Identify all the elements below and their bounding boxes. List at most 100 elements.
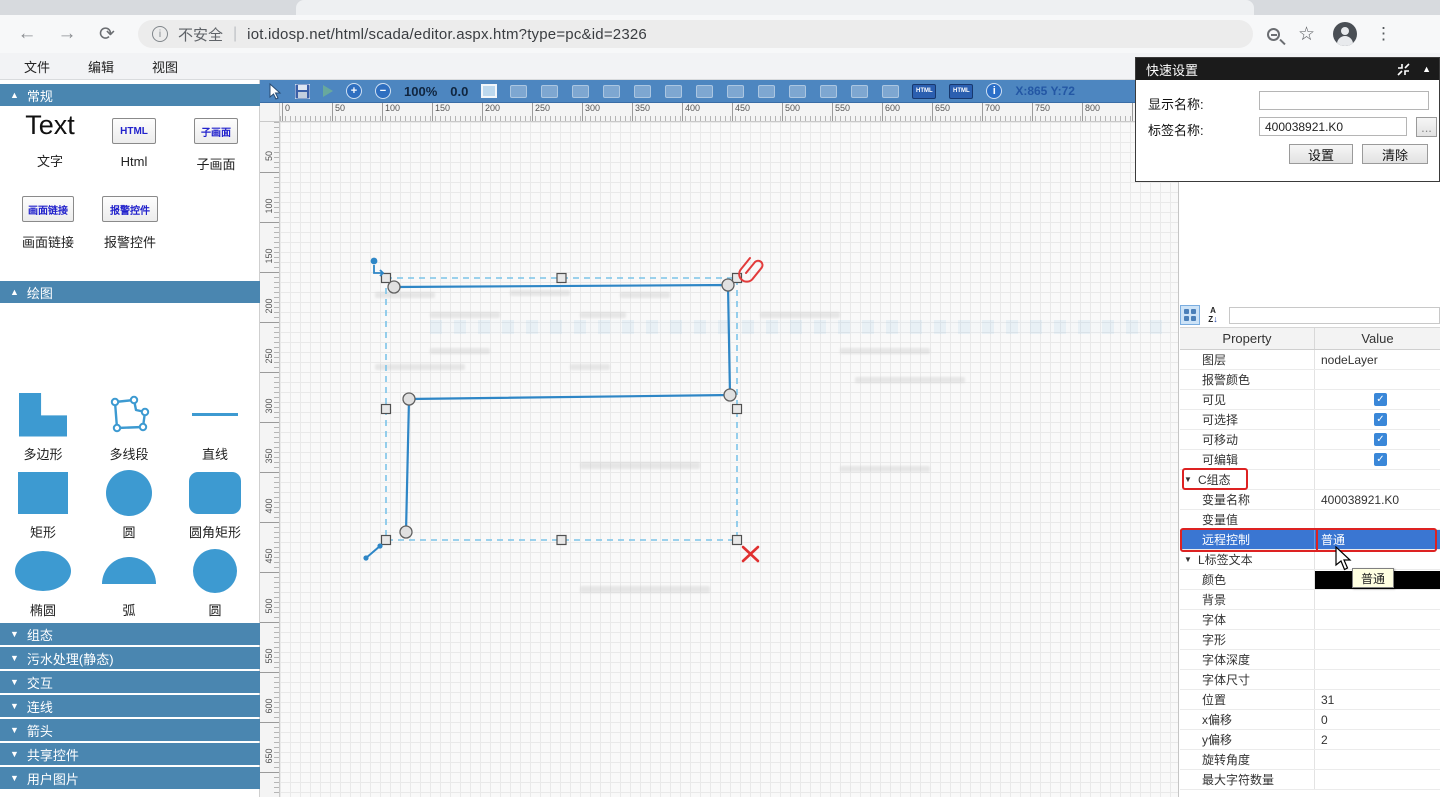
resize-handles[interactable]: [382, 274, 742, 545]
page-info-icon[interactable]: i: [152, 26, 168, 42]
palette-item[interactable]: 椭圆: [15, 547, 71, 619]
html-import-icon[interactable]: HTML: [949, 84, 973, 99]
selected-polyline-shape[interactable]: [280, 122, 1178, 797]
checkbox-checked-icon[interactable]: ✓: [1374, 393, 1387, 406]
property-row[interactable]: 变量值: [1180, 510, 1440, 530]
property-row[interactable]: 颜色: [1180, 570, 1440, 590]
expand-arrow-icon: ▼: [10, 653, 19, 663]
save-icon[interactable]: [295, 84, 310, 99]
sort-az-icon[interactable]: AZ↓: [1203, 305, 1223, 325]
info-icon[interactable]: i: [986, 83, 1002, 99]
property-row[interactable]: 字体深度: [1180, 650, 1440, 670]
palette-item[interactable]: 画面链接画面链接: [8, 188, 88, 251]
zoom-page-icon[interactable]: [1267, 28, 1280, 41]
categorize-icon[interactable]: [1180, 305, 1200, 325]
back-icon[interactable]: ←: [16, 23, 38, 45]
property-row[interactable]: 可移动✓: [1180, 430, 1440, 450]
html-export-icon[interactable]: HTML: [912, 84, 936, 99]
property-row[interactable]: 旋转角度: [1180, 750, 1440, 770]
palette-item[interactable]: 圆: [193, 547, 237, 619]
dock-icon[interactable]: [1397, 63, 1410, 76]
palette-item[interactable]: 矩形: [18, 469, 68, 541]
avatar[interactable]: [1333, 22, 1357, 46]
palette-item[interactable]: 多边形: [19, 391, 67, 463]
property-row[interactable]: 图层nodeLayer: [1180, 350, 1440, 370]
browse-tag-button[interactable]: ...: [1416, 117, 1437, 137]
palette-item[interactable]: 多线段: [107, 391, 151, 463]
section-header-general[interactable]: ▲ 常规: [0, 84, 260, 106]
property-row[interactable]: ▼C组态: [1180, 470, 1440, 490]
section-header-collapsed[interactable]: ▼组态: [0, 623, 260, 645]
palette-item[interactable]: 直线: [192, 391, 238, 463]
checkbox-checked-icon[interactable]: ✓: [1374, 413, 1387, 426]
checkbox-checked-icon[interactable]: ✓: [1374, 453, 1387, 466]
property-row[interactable]: 字形: [1180, 630, 1440, 650]
property-row[interactable]: ▼L标签文本: [1180, 550, 1440, 570]
canvas-settings-icon[interactable]: [481, 84, 497, 98]
property-value-text: 400038921.K0: [1321, 493, 1399, 507]
property-row[interactable]: 报警颜色: [1180, 370, 1440, 390]
property-name-text: 旋转角度: [1202, 751, 1250, 768]
property-row[interactable]: 可选择✓: [1180, 410, 1440, 430]
browser-active-tab[interactable]: [296, 0, 1254, 15]
polyline-path[interactable]: [394, 285, 730, 532]
palette-item[interactable]: Text文字: [10, 110, 90, 170]
set-button[interactable]: 设置: [1289, 144, 1353, 164]
checkbox-checked-icon[interactable]: ✓: [1374, 433, 1387, 446]
palette-item[interactable]: HTMLHtml: [94, 110, 174, 169]
property-row[interactable]: 可编辑✓: [1180, 450, 1440, 470]
palette-item[interactable]: 报警控件报警控件: [90, 188, 170, 251]
design-canvas[interactable]: [280, 122, 1178, 797]
palette-item[interactable]: 圆角矩形: [189, 469, 241, 541]
property-row[interactable]: 字体: [1180, 610, 1440, 630]
browser-menu-icon[interactable]: ⋮: [1375, 24, 1392, 44]
property-row[interactable]: 最大字符数量: [1180, 770, 1440, 790]
clear-button[interactable]: 清除: [1362, 144, 1428, 164]
delete-icon[interactable]: [743, 547, 758, 561]
collapse-panel-icon[interactable]: ▲: [1422, 64, 1431, 74]
display-name-input[interactable]: [1259, 91, 1429, 110]
menu-item[interactable]: 视图: [138, 57, 192, 76]
zoom-in-icon[interactable]: +: [346, 83, 362, 99]
bookmark-star-icon[interactable]: ☆: [1298, 23, 1315, 46]
ruler-tick: [260, 772, 279, 773]
attach-icon[interactable]: [739, 258, 762, 282]
forward-icon[interactable]: →: [56, 23, 78, 45]
property-value-text: 31: [1321, 693, 1334, 707]
menu-item[interactable]: 编辑: [74, 57, 128, 76]
section-header-collapsed[interactable]: ▼连线: [0, 695, 260, 717]
zoom-out-icon[interactable]: −: [375, 83, 391, 99]
section-header-draw[interactable]: ▲ 绘图: [0, 281, 260, 303]
palette-item[interactable]: 圆: [106, 469, 152, 541]
property-filter-input[interactable]: [1229, 307, 1440, 324]
vertex-handles[interactable]: [388, 279, 736, 538]
quick-settings-header[interactable]: 快速设置 ▲: [1136, 58, 1439, 80]
property-row[interactable]: 字体尺寸: [1180, 670, 1440, 690]
select-cursor-icon[interactable]: [268, 83, 282, 100]
menu-item[interactable]: 文件: [10, 57, 64, 76]
property-row[interactable]: x偏移0: [1180, 710, 1440, 730]
section-header-collapsed[interactable]: ▼交互: [0, 671, 260, 693]
palette-item[interactable]: 子画面子画面: [176, 110, 256, 173]
section-header-collapsed[interactable]: ▼共享控件: [0, 743, 260, 765]
palette-item[interactable]: 弧: [102, 547, 156, 619]
palette-item-label: 画面链接: [8, 232, 88, 251]
property-row[interactable]: 背景: [1180, 590, 1440, 610]
ruler-label: 50: [332, 103, 345, 122]
ruler-label: 550: [832, 103, 850, 122]
tag-name-input[interactable]: [1259, 117, 1407, 136]
section-header-collapsed[interactable]: ▼污水处理(静态): [0, 647, 260, 669]
horizontal-ruler: 0501001502002503003504004505005506006507…: [280, 103, 1178, 122]
reload-icon[interactable]: ⟳: [96, 23, 118, 45]
url-bar[interactable]: i 不安全 | iot.idosp.net/html/scada/editor.…: [138, 20, 1253, 48]
property-name: 背景: [1180, 590, 1315, 609]
property-row[interactable]: 可见✓: [1180, 390, 1440, 410]
section-header-collapsed[interactable]: ▼用户图片: [0, 767, 260, 789]
property-row[interactable]: 变量名称400038921.K0: [1180, 490, 1440, 510]
property-row[interactable]: 远程控制普通: [1180, 530, 1440, 550]
property-row[interactable]: y偏移2: [1180, 730, 1440, 750]
property-row[interactable]: 位置31: [1180, 690, 1440, 710]
ruler-label: 200: [260, 296, 280, 316]
section-header-collapsed[interactable]: ▼箭头: [0, 719, 260, 741]
section-label: 连线: [27, 697, 53, 716]
